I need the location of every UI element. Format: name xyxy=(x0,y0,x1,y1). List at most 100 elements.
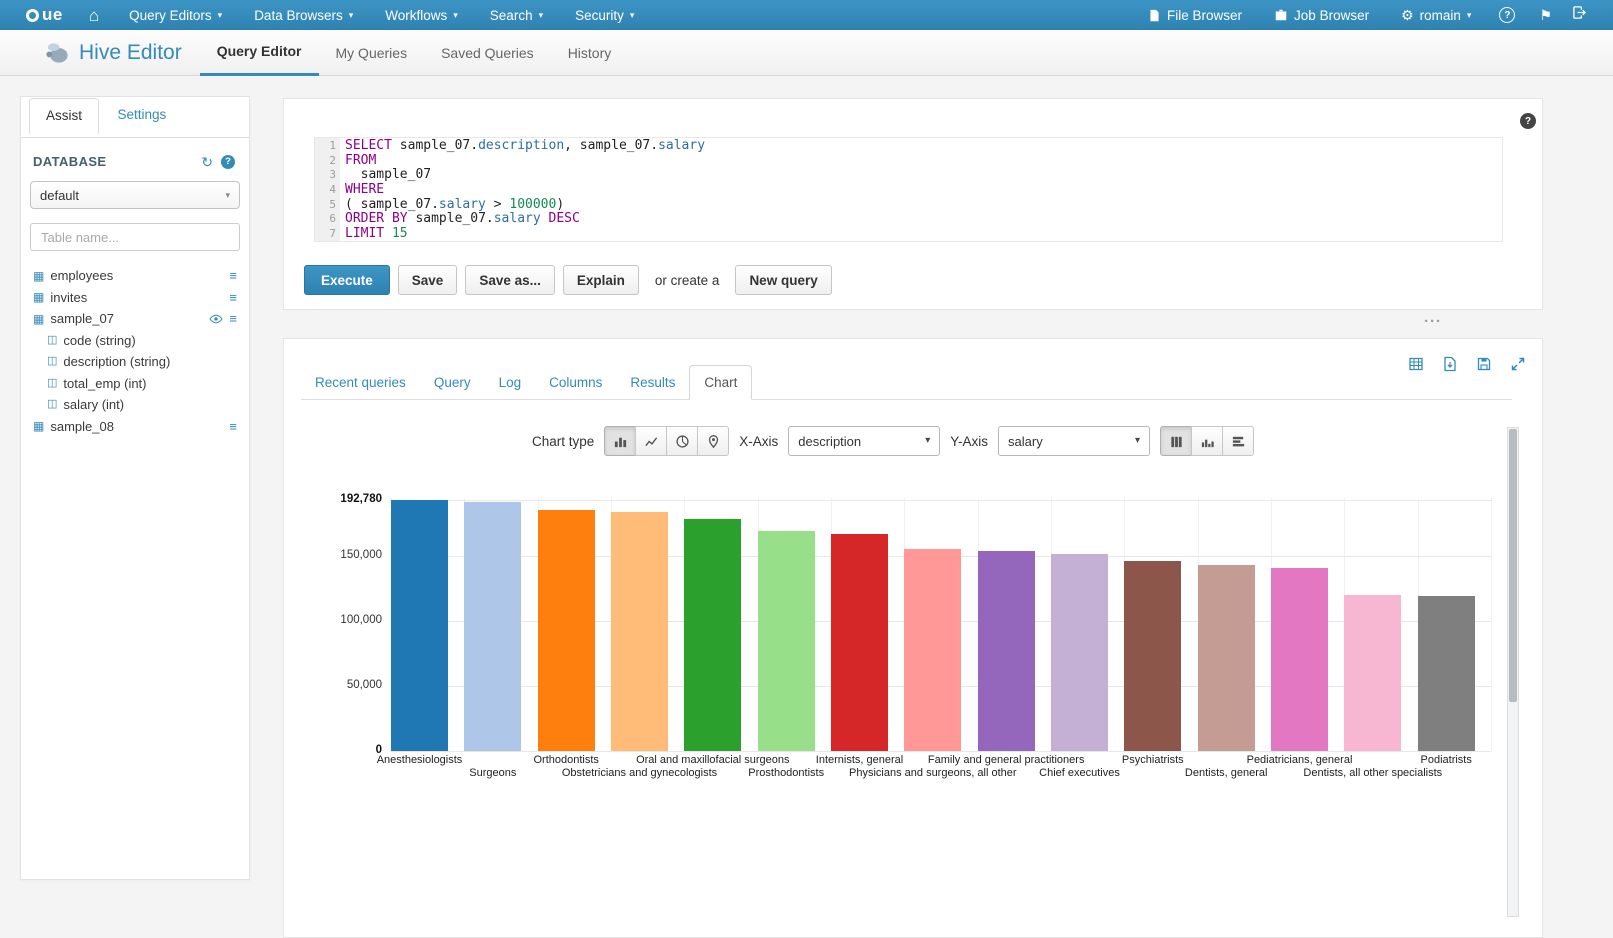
tab-history[interactable]: History xyxy=(551,30,629,76)
sql-token: , sample_07. xyxy=(564,138,658,153)
list-icon[interactable]: ≡ xyxy=(229,420,237,433)
expand-icon[interactable] xyxy=(1510,356,1526,372)
table-row[interactable]: ▦sample_08≡ xyxy=(33,416,237,438)
save-button[interactable]: Save xyxy=(398,265,458,295)
nav-menu-query-editors[interactable]: Query Editors▾ xyxy=(113,0,238,30)
tab-my-queries[interactable]: My Queries xyxy=(319,30,425,76)
hue-logo[interactable]: ue xyxy=(26,5,63,25)
scrollbar-thumb[interactable] xyxy=(1509,429,1517,702)
results-tab-chart[interactable]: Chart xyxy=(689,365,752,400)
explain-button[interactable]: Explain xyxy=(563,265,639,295)
download-csv-icon[interactable] xyxy=(1442,356,1458,372)
chevron-down-icon: ▾ xyxy=(225,191,230,200)
sign-out-icon[interactable] xyxy=(1572,5,1587,25)
new-query-button[interactable]: New query xyxy=(735,265,831,295)
bar-prosthodontists[interactable] xyxy=(758,531,815,751)
flag-icon[interactable]: ⚑ xyxy=(1539,8,1552,22)
save-results-icon[interactable] xyxy=(1476,356,1492,372)
sql-token: sample_07 xyxy=(345,167,431,182)
table-row[interactable]: ▦invites≡ xyxy=(33,287,237,309)
column-row[interactable]: ◫salary (int) xyxy=(33,394,237,416)
bar-physicians-and-surgeons-all-other[interactable] xyxy=(904,549,961,751)
nav-menu-security[interactable]: Security▾ xyxy=(559,0,650,30)
results-tab-columns[interactable]: Columns xyxy=(535,366,616,399)
bar-pediatricians-general[interactable] xyxy=(1271,568,1328,751)
assist-help-icon[interactable]: ? xyxy=(221,155,235,169)
database-label: DATABASE xyxy=(33,154,107,169)
bar-obstetricians-and-gynecologists[interactable] xyxy=(611,512,668,751)
table-row[interactable]: ▦sample_07≡ xyxy=(33,308,237,330)
tab-query-editor[interactable]: Query Editor xyxy=(200,30,319,76)
list-icon[interactable]: ≡ xyxy=(229,269,237,282)
job-browser-link[interactable]: Job Browser xyxy=(1258,0,1385,30)
bars-horizontal-button[interactable] xyxy=(1222,426,1254,456)
bar-family-and-general-practitioners[interactable] xyxy=(978,551,1035,751)
sql-editor[interactable]: 1234567 SELECT sample_07.description, sa… xyxy=(314,137,1503,242)
results-tab-query[interactable]: Query xyxy=(420,366,485,399)
bars-grouped-button[interactable] xyxy=(1160,426,1192,456)
nav-menus: Query Editors▾Data Browsers▾Workflows▾Se… xyxy=(113,0,650,30)
bar-dentists-all-other-specialists[interactable] xyxy=(1344,595,1401,752)
chart-type-map-button[interactable] xyxy=(697,426,729,456)
results-tab-recent-queries[interactable]: Recent queries xyxy=(301,366,420,399)
results-tab-log[interactable]: Log xyxy=(485,366,536,399)
y-axis-select[interactable]: salary ▾ xyxy=(998,426,1150,456)
database-select[interactable]: default ▾ xyxy=(30,181,240,209)
results-tab-results[interactable]: Results xyxy=(616,366,689,399)
hue-logo-icon xyxy=(26,9,39,22)
sql-token: 15 xyxy=(392,226,408,241)
line-number: 2 xyxy=(315,154,336,169)
bar-podiatrists[interactable] xyxy=(1418,596,1475,751)
user-menu[interactable]: ⚙ romain ▾ xyxy=(1385,0,1487,30)
bar-internists-general[interactable] xyxy=(831,534,888,752)
home-icon[interactable]: ⌂ xyxy=(89,7,99,24)
x-axis-select[interactable]: description ▾ xyxy=(788,426,940,456)
chart-type-line-button[interactable] xyxy=(635,426,667,456)
chart-type-bars-button[interactable] xyxy=(604,426,636,456)
gridline-horizontal xyxy=(391,500,1491,501)
top-navbar: ue ⌂ Query Editors▾Data Browsers▾Workflo… xyxy=(0,0,1613,30)
app-title[interactable]: Hive Editor xyxy=(79,41,182,65)
list-icon[interactable]: ≡ xyxy=(229,312,237,325)
table-row[interactable]: ▦employees≡ xyxy=(33,265,237,287)
column-row[interactable]: ◫description (string) xyxy=(33,351,237,373)
nav-menu-data-browsers[interactable]: Data Browsers▾ xyxy=(238,0,369,30)
bar-psychiatrists[interactable] xyxy=(1124,561,1181,751)
column-row[interactable]: ◫code (string) xyxy=(33,330,237,352)
panel-resize-grip[interactable]: ··· xyxy=(1424,313,1442,330)
download-xls-icon[interactable] xyxy=(1408,356,1424,372)
bar-oral-and-maxillofacial-surgeons[interactable] xyxy=(684,519,741,751)
x-axis-select-value: description xyxy=(798,434,861,449)
editor-help-icon[interactable]: ? xyxy=(1520,113,1536,129)
list-icon[interactable]: ≡ xyxy=(229,291,237,304)
bars-stacked-button[interactable] xyxy=(1191,426,1223,456)
code-line: FROM xyxy=(345,154,1502,169)
bar-chart: 192,780150,000100,00050,0000Anesthesiolo… xyxy=(391,498,1491,751)
nav-menu-workflows[interactable]: Workflows▾ xyxy=(369,0,474,30)
tab-settings[interactable]: Settings xyxy=(103,97,180,132)
bar-surgeons[interactable] xyxy=(464,502,521,751)
tab-saved-queries[interactable]: Saved Queries xyxy=(424,30,551,76)
sql-token: salary xyxy=(658,138,705,153)
x-axis-label: Physicians and surgeons, all other xyxy=(849,767,1017,779)
save-as-button[interactable]: Save as... xyxy=(465,265,555,295)
bar-chief-executives[interactable] xyxy=(1051,554,1108,751)
tab-assist[interactable]: Assist xyxy=(29,98,99,134)
execute-button[interactable]: Execute xyxy=(304,265,390,295)
scrollbar[interactable] xyxy=(1507,427,1519,917)
column-row[interactable]: ◫total_emp (int) xyxy=(33,373,237,395)
sql-token: 100000 xyxy=(509,197,556,212)
bar-anesthesiologists[interactable] xyxy=(391,500,448,751)
hue-logo-text: ue xyxy=(42,5,63,25)
eye-icon[interactable] xyxy=(209,312,223,326)
editor-code[interactable]: SELECT sample_07.description, sample_07.… xyxy=(340,138,1502,241)
bar-orthodontists[interactable] xyxy=(538,510,595,751)
table-filter-input[interactable] xyxy=(30,223,240,251)
bar-dentists-general[interactable] xyxy=(1198,565,1255,751)
file-browser-link[interactable]: File Browser xyxy=(1132,0,1258,30)
nav-menu-search[interactable]: Search▾ xyxy=(474,0,559,30)
refresh-icon[interactable]: ↻ xyxy=(201,155,213,169)
chart-type-pie-button[interactable] xyxy=(666,426,698,456)
help-icon[interactable]: ? xyxy=(1499,7,1515,23)
stacked-bars-icon xyxy=(1200,434,1215,449)
